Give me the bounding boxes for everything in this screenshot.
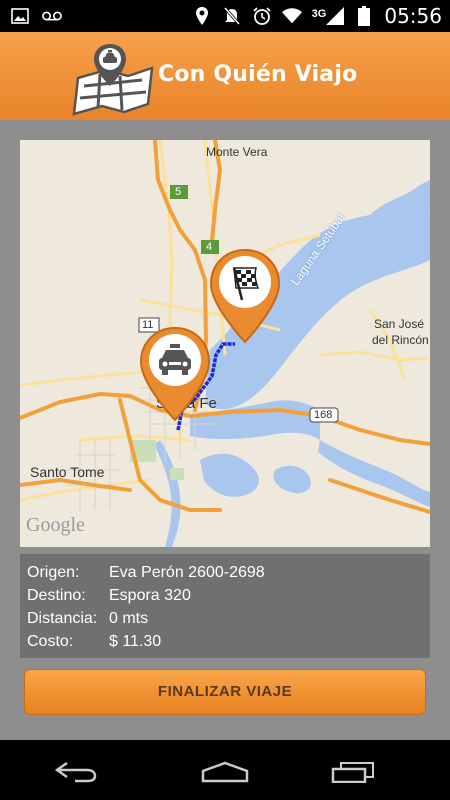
status-bar: 3G 05:56 (0, 0, 450, 32)
location-icon (192, 6, 212, 26)
cost-value: $ 11.30 (109, 633, 162, 650)
route-shield-168: 168 (314, 409, 333, 421)
taxi-map-logo-icon (70, 40, 160, 116)
alarm-icon (252, 6, 272, 26)
mute-icon (222, 6, 242, 26)
destination-label: Destino: (27, 587, 86, 604)
origin-value: Eva Perón 2600-2698 (109, 564, 265, 581)
wifi-icon (281, 6, 302, 26)
google-logo: Google (26, 514, 85, 536)
voicemail-icon (42, 6, 62, 26)
route-shield-5: 5 (175, 186, 182, 198)
network-type: 3G (311, 8, 327, 20)
origin-label: Origen: (27, 564, 80, 581)
navigation-bar (0, 740, 450, 800)
distance-value: 0 mts (109, 610, 149, 627)
cost-label: Costo: (27, 633, 74, 650)
map-view[interactable]: Monte Vera 5 4 11 168 Laguna Setúbal San… (20, 140, 430, 547)
signal-icon: 3G (312, 7, 345, 25)
map-label-del-rincon: del Rincón (372, 333, 429, 347)
app-header: Con Quién Viajo (0, 32, 450, 120)
clock: 05:56 (384, 4, 442, 28)
map-label-santo-tome: Santo Tome (30, 464, 105, 480)
destination-value: Espora 320 (109, 587, 191, 604)
map-label-monte-vera: Monte Vera (206, 145, 268, 159)
back-icon[interactable] (50, 758, 100, 786)
battery-icon (354, 6, 374, 26)
finish-trip-button[interactable]: FINALIZAR VIAJE (24, 669, 426, 715)
home-icon[interactable] (200, 758, 250, 786)
app-title: Con Quién Viajo (158, 62, 358, 87)
trip-info-panel: Origen: Eva Perón 2600-2698 Destino: Esp… (20, 554, 430, 658)
recents-icon[interactable] (328, 758, 378, 786)
map-label-san-jose: San José (374, 317, 425, 331)
distance-label: Distancia: (27, 610, 98, 627)
image-icon (10, 6, 30, 26)
